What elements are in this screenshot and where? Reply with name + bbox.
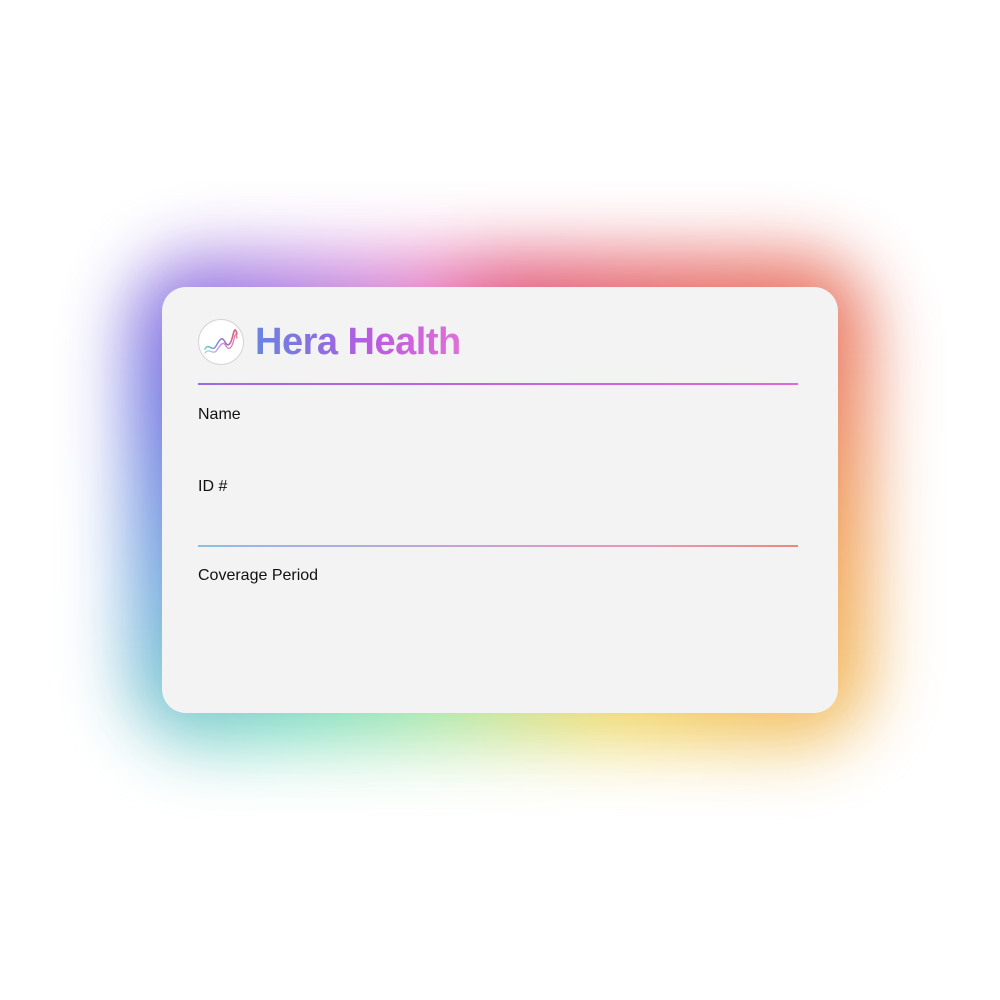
insurance-card: Hera Health Name ID # Coverage Period — [162, 287, 838, 713]
coverage-period-label: Coverage Period — [198, 567, 319, 584]
wave-lines-icon — [198, 319, 244, 365]
brand-header: Hera Health — [198, 318, 461, 366]
header-divider — [198, 383, 798, 385]
section-divider — [198, 545, 798, 547]
brand-name: Hera Health — [255, 318, 461, 366]
wave-lines-icon-graphic — [204, 329, 238, 354]
id-label: ID # — [198, 478, 228, 495]
name-label: Name — [198, 406, 241, 423]
canvas: Hera Health Name ID # Coverage Period — [0, 0, 1000, 1000]
